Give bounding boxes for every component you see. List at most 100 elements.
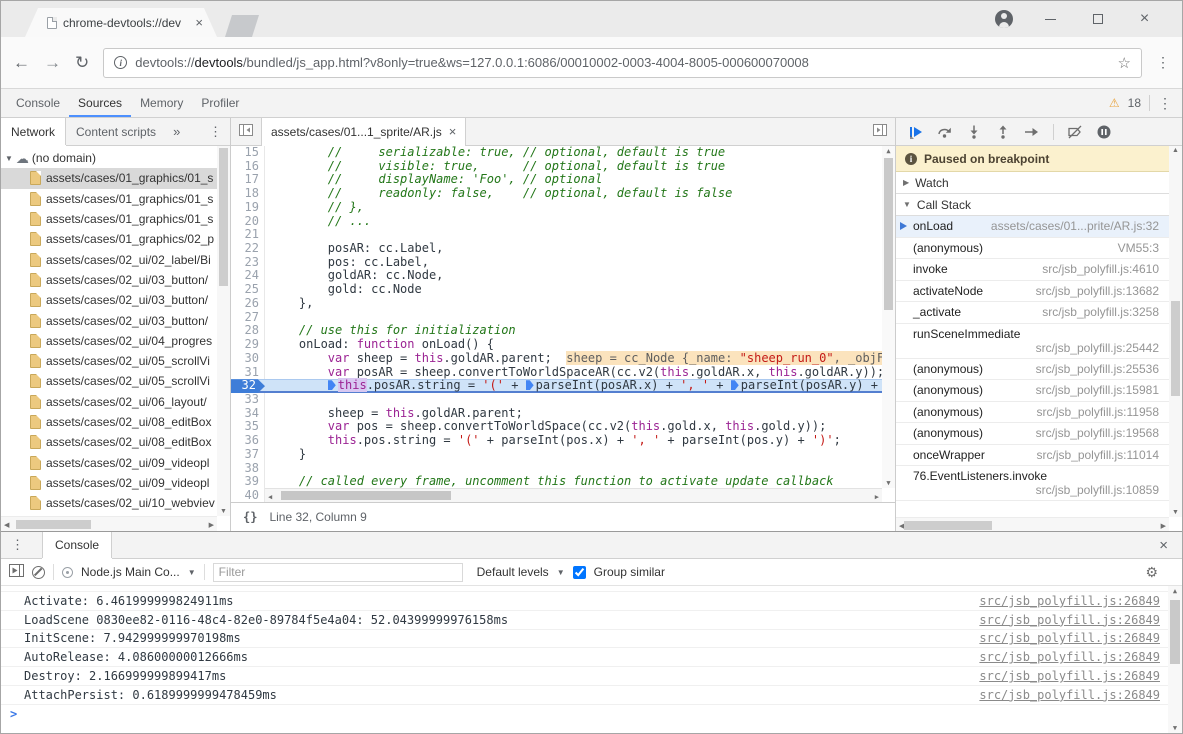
code-text[interactable]: onLoad: function onLoad() { <box>265 338 494 352</box>
code-text[interactable]: var posAR = sheep.convertToWorldSpaceAR(… <box>265 366 895 380</box>
scroll-left-icon[interactable]: ◀ <box>268 493 272 501</box>
code-text[interactable]: this.posAR.string = '(' + parseInt(posAR… <box>265 379 895 393</box>
url-bar[interactable]: i devtools://devtools/bundled/js_app.htm… <box>103 48 1142 78</box>
line-number[interactable]: 36 <box>231 434 265 448</box>
scroll-up-icon[interactable]: ▲ <box>1169 147 1182 154</box>
call-stack-frame[interactable]: 76.EventListeners.invokesrc/jsb_polyfill… <box>896 466 1169 501</box>
call-stack-frame[interactable]: runSceneImmediatesrc/jsb_polyfill.js:254… <box>896 324 1169 359</box>
tab-network[interactable]: Network <box>1 118 66 145</box>
pause-on-exceptions-icon[interactable] <box>1096 124 1112 140</box>
file-tree-item[interactable]: assets/cases/02_ui/08_editBox <box>1 432 217 452</box>
line-number[interactable]: 17 <box>231 173 265 187</box>
file-tree-item[interactable]: assets/cases/01_graphics/01_s <box>1 168 217 188</box>
line-number[interactable]: 24 <box>231 269 265 283</box>
code-text[interactable]: // serializable: true, // optional, defa… <box>265 146 725 160</box>
line-number[interactable]: 34 <box>231 407 265 421</box>
scroll-right-icon[interactable]: ▶ <box>1161 522 1166 530</box>
close-button[interactable]: × <box>1121 7 1168 31</box>
filter-input[interactable] <box>213 563 463 582</box>
code-text[interactable] <box>265 462 270 476</box>
call-stack-frame[interactable]: activateNodesrc/jsb_polyfill.js:13682 <box>896 281 1169 303</box>
minimize-button[interactable] <box>1027 7 1074 31</box>
file-tree-root[interactable]: ▼ ☁ (no domain) <box>1 148 217 168</box>
line-number[interactable]: 37 <box>231 448 265 462</box>
line-number[interactable]: 20 <box>231 215 265 229</box>
file-tree-item[interactable]: assets/cases/01_graphics/01_s <box>1 189 217 209</box>
debugger-horizontal-scrollbar[interactable]: ◀ ▶ <box>896 517 1169 531</box>
line-number[interactable]: 25 <box>231 283 265 297</box>
code-text[interactable] <box>265 393 270 407</box>
code-text[interactable]: // }, <box>265 201 364 215</box>
code-text[interactable]: } <box>265 448 306 462</box>
tab-profiler[interactable]: Profiler <box>192 89 248 117</box>
pretty-print-icon[interactable]: {} <box>243 510 257 524</box>
devtools-menu-icon[interactable]: ⋮ <box>1158 95 1172 112</box>
call-stack-frame[interactable]: (anonymous)src/jsb_polyfill.js:25536 <box>896 359 1169 381</box>
file-tree-item[interactable]: assets/cases/01_graphics/02_p <box>1 229 217 249</box>
tab-memory[interactable]: Memory <box>131 89 192 117</box>
inline-breakpoint-icon[interactable] <box>328 380 336 390</box>
line-number[interactable]: 19 <box>231 201 265 215</box>
code-text[interactable]: this.pos.string = '(' + parseInt(pos.x) … <box>265 434 841 448</box>
console-source-link[interactable]: src/jsb_polyfill.js:26849 <box>967 669 1160 683</box>
step-into-icon[interactable] <box>966 125 982 139</box>
tree-vertical-scrollbar[interactable]: ▼ <box>217 146 230 516</box>
file-tree-item[interactable]: assets/cases/01_graphics/01_s <box>1 209 217 229</box>
file-tree-item[interactable]: assets/cases/02_ui/09_videopl <box>1 452 217 472</box>
watch-section-header[interactable]: ▶ Watch <box>896 172 1182 194</box>
browser-tab[interactable]: chrome-devtools://dev × <box>25 8 217 37</box>
file-tree-item[interactable]: assets/cases/02_ui/08_editBox <box>1 412 217 432</box>
line-number[interactable]: 28 <box>231 324 265 338</box>
call-stack-frame[interactable]: (anonymous)src/jsb_polyfill.js:15981 <box>896 380 1169 402</box>
scroll-down-icon[interactable]: ▼ <box>217 508 230 515</box>
code-editor[interactable]: 15 // serializable: true, // optional, d… <box>231 146 895 502</box>
code-text[interactable]: // displayName: 'Foo', // optional <box>265 173 602 187</box>
code-text[interactable]: // readonly: false, // optional, default… <box>265 187 732 201</box>
scroll-down-icon[interactable]: ▼ <box>1168 724 1182 732</box>
drawer-close-icon[interactable]: × <box>1145 537 1182 554</box>
console-source-link[interactable]: src/jsb_polyfill.js:26849 <box>967 594 1160 608</box>
call-stack-frame[interactable]: (anonymous)VM55:3 <box>896 238 1169 260</box>
tab-content-scripts[interactable]: Content scripts <box>66 118 166 145</box>
tab-console[interactable]: Console <box>7 89 69 117</box>
call-stack-frame[interactable]: (anonymous)src/jsb_polyfill.js:11958 <box>896 402 1169 424</box>
line-number[interactable]: 21 <box>231 228 265 242</box>
code-text[interactable]: // called every frame, uncomment this fu… <box>265 475 834 489</box>
code-text[interactable]: // use this for initialization <box>265 324 516 338</box>
line-number[interactable]: 22 <box>231 242 265 256</box>
warning-count[interactable]: 18 <box>1128 96 1141 110</box>
inline-breakpoint-icon[interactable] <box>731 380 739 390</box>
console-prompt[interactable]: > <box>1 705 1168 724</box>
code-text[interactable]: goldAR: cc.Node, <box>265 269 443 283</box>
hide-navigator-icon[interactable] <box>239 124 253 139</box>
code-text[interactable]: // visible: true, // optional, default i… <box>265 160 725 174</box>
drawer-menu-icon[interactable]: ⋮ <box>1 537 34 553</box>
tab-sources[interactable]: Sources <box>69 89 131 117</box>
editor-file-tab[interactable]: assets/cases/01...1_sprite/AR.js × <box>261 118 466 146</box>
scroll-down-icon[interactable]: ▼ <box>882 479 895 487</box>
line-number[interactable]: 16 <box>231 160 265 174</box>
group-similar-checkbox[interactable] <box>573 566 586 579</box>
call-stack-frame[interactable]: (anonymous)src/jsb_polyfill.js:19568 <box>896 423 1169 445</box>
file-tree-item[interactable]: assets/cases/02_ui/09_videopl <box>1 473 217 493</box>
file-tree-item[interactable]: assets/cases/02_ui/06_layout/ <box>1 392 217 412</box>
scrollbar-thumb[interactable] <box>1171 301 1180 396</box>
default-levels-dropdown[interactable]: Default levels <box>477 565 549 579</box>
refresh-icon[interactable]: ↻ <box>75 53 89 73</box>
scrollbar-thumb[interactable] <box>884 158 893 310</box>
line-number[interactable]: 30 <box>231 352 265 366</box>
line-number[interactable]: 39 <box>231 475 265 489</box>
maximize-button[interactable] <box>1074 7 1121 31</box>
scrollbar-thumb[interactable] <box>904 521 992 530</box>
line-number[interactable]: 40 <box>231 489 265 502</box>
call-stack-section-header[interactable]: ▼ Call Stack <box>896 194 1182 216</box>
tab-console-drawer[interactable]: Console <box>42 532 112 558</box>
console-source-link[interactable]: src/jsb_polyfill.js:26849 <box>967 650 1160 664</box>
chevron-down-icon[interactable]: ▼ <box>188 568 196 577</box>
context-selector[interactable]: Node.js Main Co... <box>81 565 180 579</box>
scroll-up-icon[interactable]: ▲ <box>1168 587 1182 595</box>
call-stack-frame[interactable]: onceWrappersrc/jsb_polyfill.js:11014 <box>896 445 1169 467</box>
file-tree-item[interactable]: assets/cases/02_ui/02_label/Bi <box>1 249 217 269</box>
more-tabs-icon[interactable]: » <box>166 118 187 145</box>
file-tree-item[interactable]: assets/cases/02_ui/05_scrollVi <box>1 351 217 371</box>
